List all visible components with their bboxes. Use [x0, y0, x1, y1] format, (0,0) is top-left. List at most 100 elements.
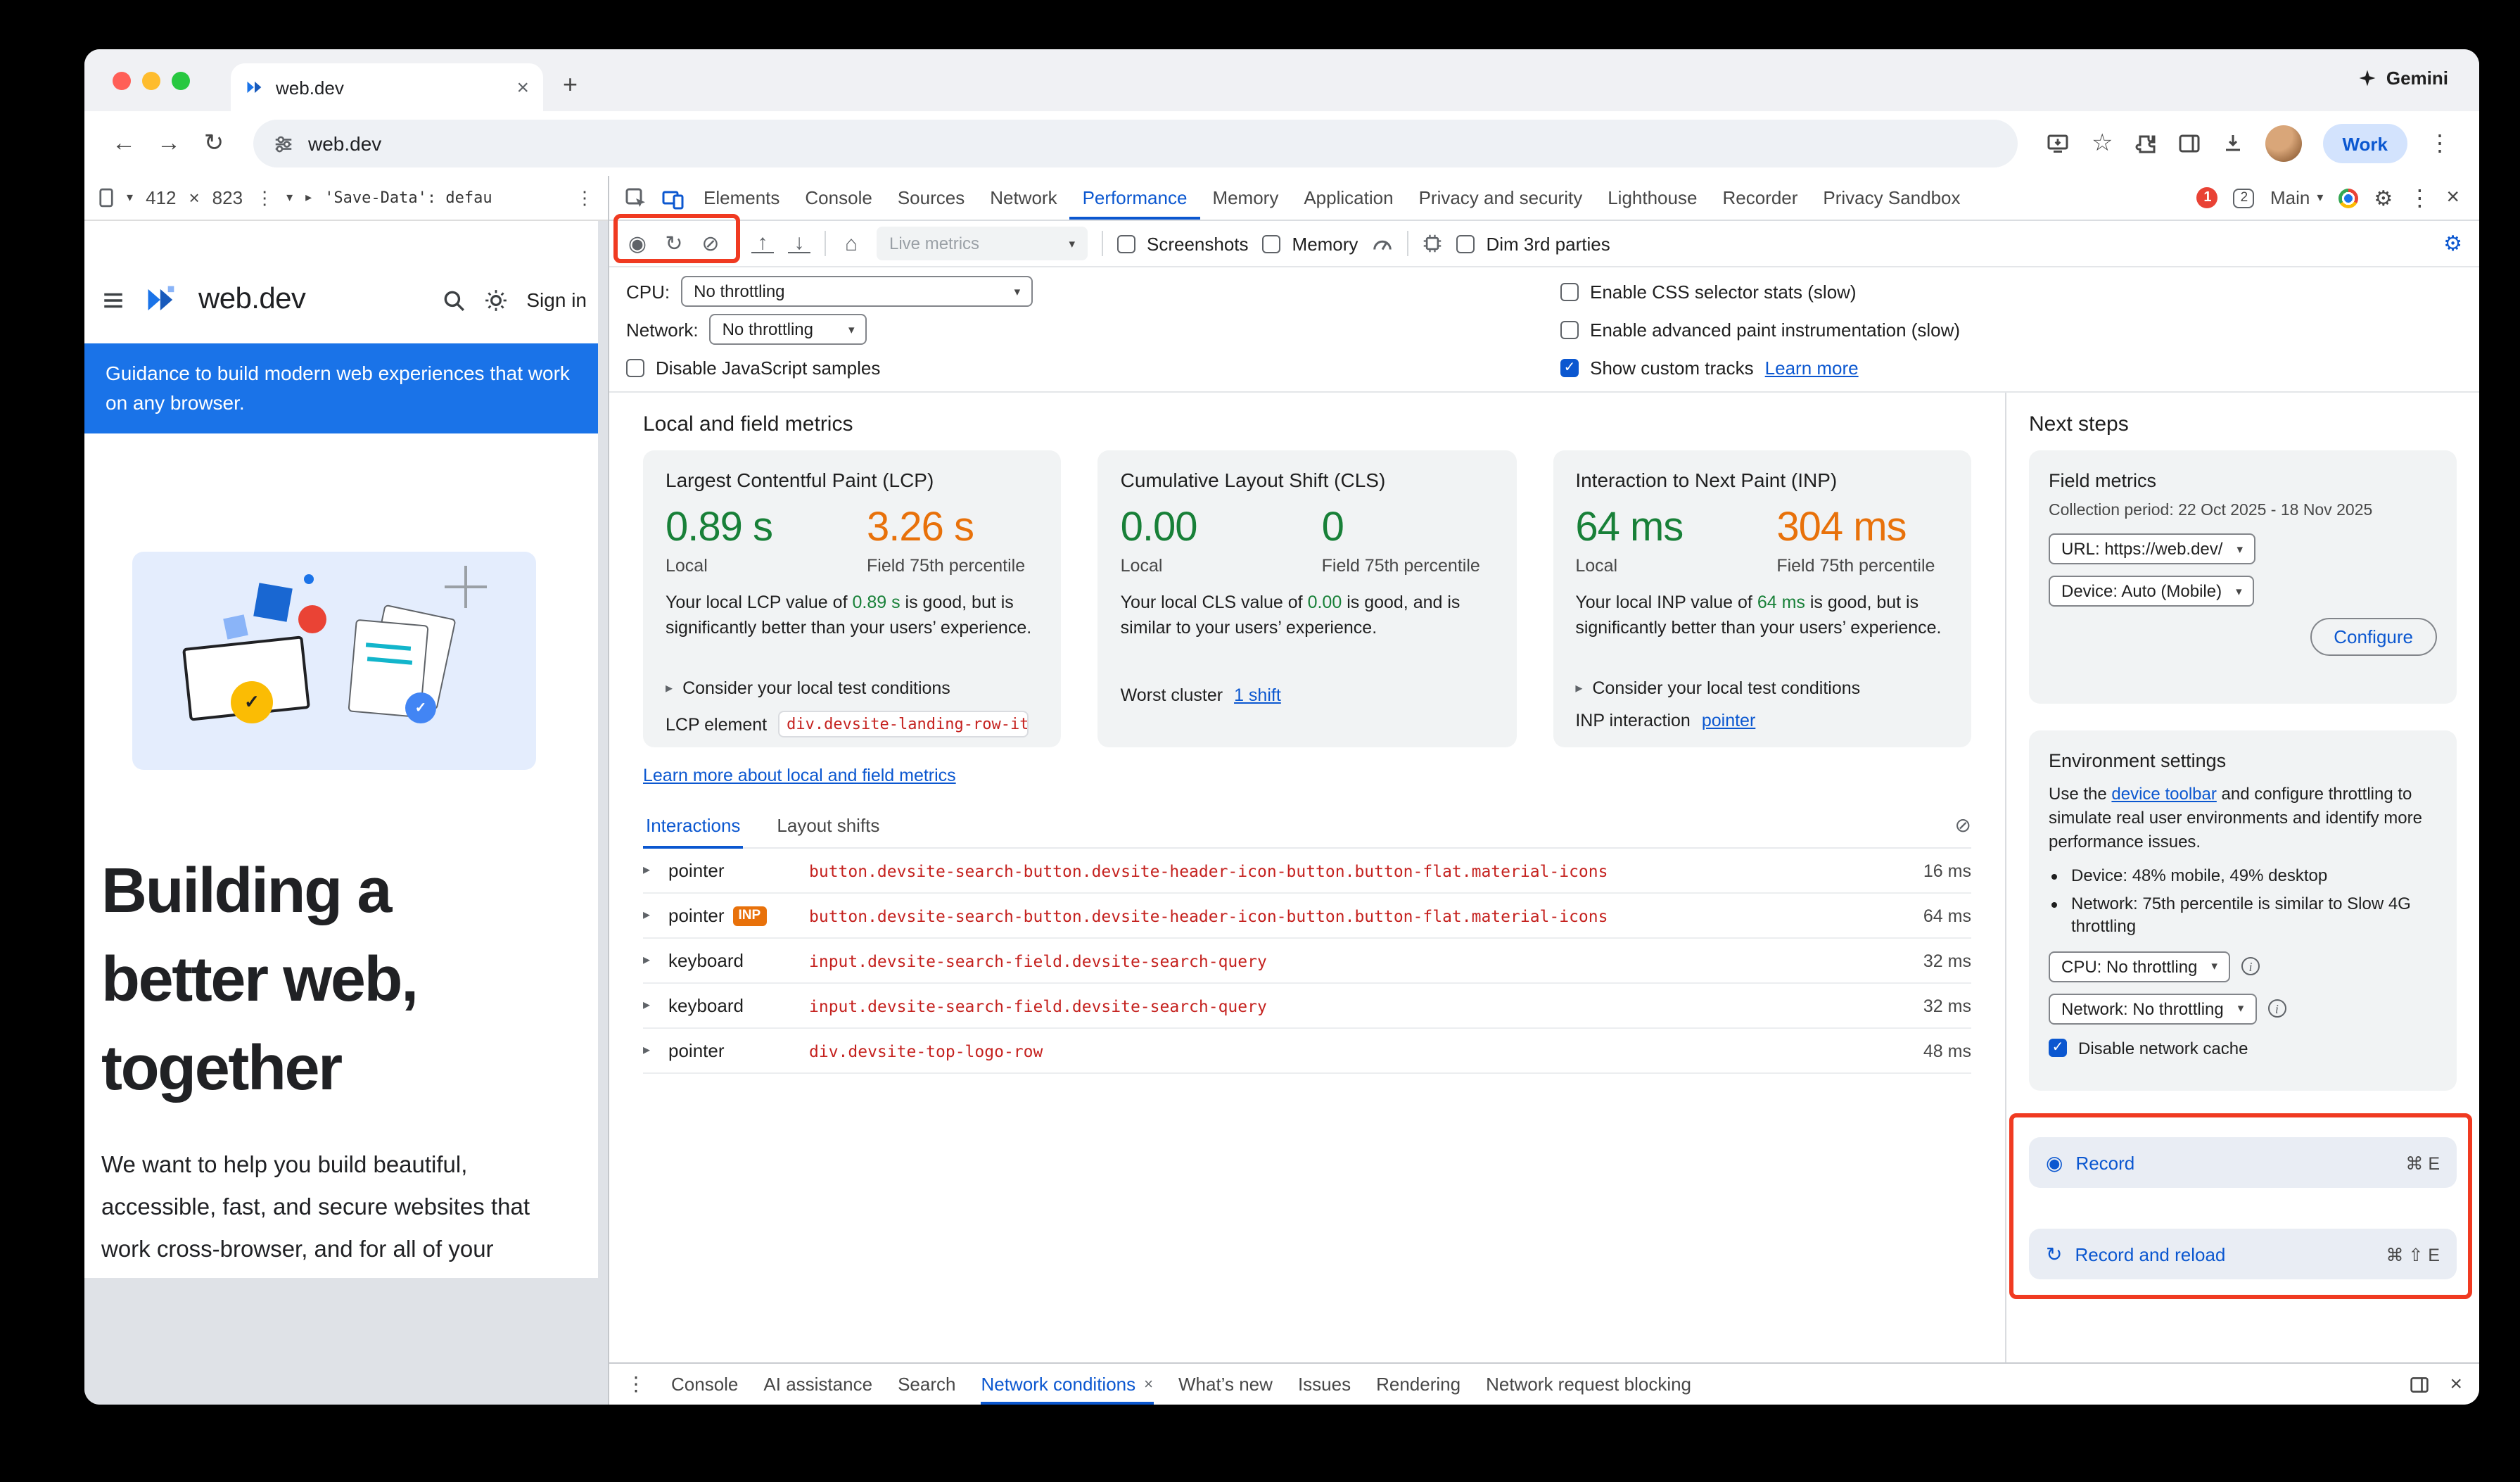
viewport-width-value[interactable]: 412 — [146, 187, 176, 208]
css-selector-stats-row[interactable]: Enable CSS selector stats (slow) — [1560, 276, 2462, 307]
tab-performance[interactable]: Performance — [1070, 176, 1200, 220]
memory-checkbox[interactable] — [1263, 234, 1281, 253]
record-reload-icon[interactable]: ↻ — [663, 231, 685, 256]
env-network-select[interactable]: Network: No throttling ▾ — [2049, 993, 2256, 1024]
disable-js-samples-row[interactable]: Disable JavaScript samples — [626, 352, 1560, 383]
drawer-tab-network-request-blocking[interactable]: Network request blocking — [1486, 1364, 1691, 1405]
row-caret-icon[interactable]: ▸ — [643, 863, 668, 878]
reload-button[interactable]: ↻ — [194, 124, 234, 163]
network-throttling-select[interactable]: No throttling ▾ — [710, 314, 867, 345]
configure-button[interactable]: Configure — [2310, 618, 2437, 656]
live-metrics-home-icon[interactable]: ⌂ — [840, 232, 863, 255]
network-info-icon[interactable]: i — [2267, 999, 2286, 1018]
disable-cache-row[interactable]: ✓ Disable network cache — [2049, 1038, 2437, 1058]
search-icon[interactable] — [442, 288, 466, 312]
drawer-tab-whats-new[interactable]: What’s new — [1178, 1364, 1273, 1405]
window-zoom-button[interactable] — [172, 72, 190, 90]
env-cpu-select[interactable]: CPU: No throttling ▾ — [2049, 951, 2230, 982]
disable-js-samples-checkbox[interactable] — [626, 358, 644, 376]
screenshots-checkbox[interactable] — [1117, 234, 1135, 253]
inp-test-conditions-toggle[interactable]: ▸ Consider your local test conditions — [1575, 678, 1949, 698]
window-minimize-button[interactable] — [142, 72, 160, 90]
downloads-icon[interactable] — [2221, 132, 2244, 155]
tab-network[interactable]: Network — [977, 176, 1069, 220]
row-caret-icon[interactable]: ▸ — [643, 998, 668, 1013]
tab-interactions[interactable]: Interactions — [643, 808, 743, 849]
tab-recorder[interactable]: Recorder — [1710, 176, 1810, 220]
dim-3rd-parties-checkbox[interactable] — [1456, 234, 1475, 253]
device-toolbar-toggle-icon[interactable] — [654, 186, 691, 209]
interaction-target-link[interactable]: div.devsite-top-logo-row — [809, 1041, 1923, 1060]
row-caret-icon[interactable]: ▸ — [643, 1043, 668, 1058]
device-type-icon[interactable] — [98, 187, 114, 208]
record-and-reload-button[interactable]: ↻ Record and reload ⌘ ⇧ E — [2029, 1229, 2457, 1279]
browser-tab[interactable]: web.dev × — [231, 63, 543, 111]
interaction-row[interactable]: ▸ pointerINP button.devsite-search-butto… — [643, 894, 1971, 939]
drawer-tab-rendering[interactable]: Rendering — [1376, 1364, 1461, 1405]
forward-button[interactable]: → — [149, 124, 189, 163]
interaction-target-link[interactable]: button.devsite-search-button.devsite-hea… — [809, 906, 1923, 925]
new-tab-button[interactable]: + — [563, 70, 578, 100]
address-bar[interactable]: web.dev — [253, 120, 2018, 167]
webdev-logo[interactable] — [144, 281, 180, 318]
viewport-height-value[interactable]: 823 — [212, 187, 243, 208]
theme-toggle-icon[interactable] — [484, 288, 508, 312]
sign-in-button[interactable]: Sign in — [526, 289, 587, 311]
device-select-caret-icon[interactable]: ▾ — [127, 190, 133, 205]
install-icon[interactable] — [2047, 132, 2070, 155]
interaction-target-link[interactable]: button.devsite-search-button.devsite-hea… — [809, 861, 1923, 880]
save-data-caret-icon[interactable]: ▸ — [305, 190, 312, 205]
tab-console[interactable]: Console — [792, 176, 884, 220]
tab-elements[interactable]: Elements — [691, 176, 792, 220]
tab-memory[interactable]: Memory — [1199, 176, 1291, 220]
paint-instrumentation-row[interactable]: Enable advanced paint instrumentation (s… — [1560, 314, 2462, 345]
tab-privacy-security[interactable]: Privacy and security — [1406, 176, 1596, 220]
devtools-close-icon[interactable]: × — [2446, 185, 2459, 210]
dim-3rd-parties-checkbox-row[interactable]: Dim 3rd parties — [1456, 233, 1610, 254]
drawer-close-icon[interactable]: × — [2450, 1372, 2462, 1396]
drawer-menu-icon[interactable]: ⋮ — [626, 1372, 646, 1396]
device-select[interactable]: Device: Auto (Mobile) ▾ — [2049, 576, 2255, 607]
drawer-tab-ai-assistance[interactable]: AI assistance — [763, 1364, 872, 1405]
browser-menu-icon[interactable]: ⋮ — [2429, 129, 2451, 158]
interaction-target-link[interactable]: input.devsite-search-field.devsite-searc… — [809, 951, 1923, 970]
drawer-tab-close-icon[interactable]: × — [1144, 1376, 1153, 1393]
side-panel-icon[interactable] — [2177, 132, 2200, 155]
drawer-tab-console[interactable]: Console — [671, 1364, 738, 1405]
profile-chip[interactable]: Work — [2322, 124, 2407, 163]
tab-lighthouse[interactable]: Lighthouse — [1595, 176, 1710, 220]
css-selector-stats-checkbox[interactable] — [1560, 282, 1579, 300]
tab-layout-shifts[interactable]: Layout shifts — [774, 808, 882, 849]
devtools-menu-icon[interactable]: ⋮ — [2408, 184, 2431, 212]
interaction-row[interactable]: ▸ pointer button.devsite-search-button.d… — [643, 849, 1971, 894]
paint-instrumentation-checkbox[interactable] — [1560, 320, 1579, 338]
zoom-caret-icon[interactable]: ▾ — [286, 190, 293, 205]
custom-tracks-learn-more-link[interactable]: Learn more — [1765, 357, 1859, 378]
cpu-throttling-select[interactable]: No throttling ▾ — [681, 276, 1033, 307]
drawer-tab-network-conditions[interactable]: Network conditions × — [981, 1364, 1153, 1405]
record-icon[interactable]: ◉ — [626, 231, 649, 256]
tab-privacy-sandbox[interactable]: Privacy Sandbox — [1810, 176, 1973, 220]
url-select[interactable]: URL: https://web.dev/ ▾ — [2049, 533, 2255, 564]
lcp-element-node-link[interactable]: div.devsite-landing-row-ite… — [778, 711, 1029, 737]
site-title[interactable]: web.dev — [198, 283, 305, 317]
record-button[interactable]: ◉ Record ⌘ E — [2029, 1137, 2457, 1188]
interaction-row[interactable]: ▸ pointer div.devsite-top-logo-row 48 ms — [643, 1029, 1971, 1074]
cls-worst-cluster-link[interactable]: 1 shift — [1234, 685, 1281, 705]
cpu-info-icon[interactable]: i — [2241, 957, 2260, 975]
extensions-puzzle-icon[interactable] — [2134, 132, 2156, 155]
interaction-target-link[interactable]: input.devsite-search-field.devsite-searc… — [809, 996, 1923, 1015]
chrome-target-icon[interactable] — [2338, 188, 2358, 208]
hamburger-menu-icon[interactable] — [101, 288, 125, 312]
disable-cache-checkbox[interactable]: ✓ — [2049, 1039, 2067, 1057]
lcp-test-conditions-toggle[interactable]: ▸ Consider your local test conditions — [666, 678, 1039, 698]
clear-log-icon[interactable]: ⊘ — [1955, 813, 1971, 842]
network-throttle-icon[interactable] — [1372, 233, 1393, 254]
drawer-tab-search[interactable]: Search — [898, 1364, 955, 1405]
device-toolbar-menu-icon[interactable]: ⋮ — [575, 186, 594, 209]
custom-tracks-row[interactable]: ✓ Show custom tracks Learn more — [1560, 352, 2462, 383]
custom-tracks-checkbox[interactable]: ✓ — [1560, 358, 1579, 376]
gemini-button[interactable]: Gemini — [2358, 68, 2448, 89]
interaction-row[interactable]: ▸ keyboard input.devsite-search-field.de… — [643, 984, 1971, 1029]
window-close-button[interactable] — [113, 72, 131, 90]
